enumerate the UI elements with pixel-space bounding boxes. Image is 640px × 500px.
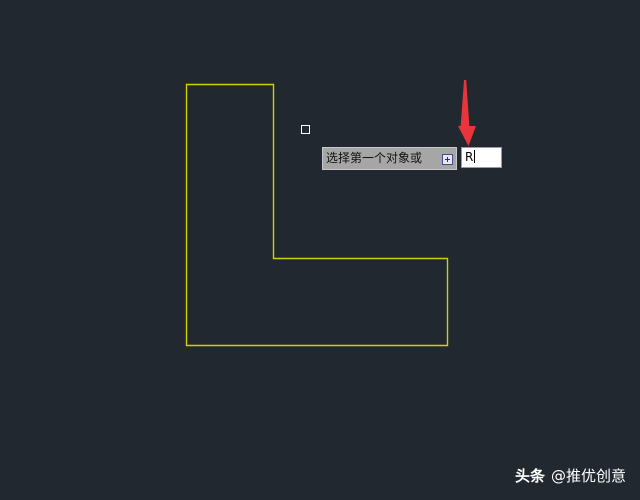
dynamic-input-value: R (465, 150, 474, 164)
command-prompt-text: 选择第一个对象或 (326, 151, 423, 165)
plus-box-icon[interactable] (442, 154, 453, 165)
drawing-canvas[interactable]: 选择第一个对象或 R 头条 @推优创意 (0, 0, 640, 500)
watermark-brand: 头条 (514, 467, 545, 485)
l-shape-polyline[interactable] (185, 83, 449, 347)
cursor-pickbox-icon (301, 125, 310, 134)
drawing-svg (185, 83, 449, 347)
watermark-handle: @推优创意 (550, 467, 626, 485)
text-caret (474, 150, 476, 163)
dynamic-input-field[interactable]: R (461, 147, 502, 168)
command-prompt-tooltip: 选择第一个对象或 (322, 147, 457, 170)
watermark: 头条 @推优创意 (515, 466, 626, 486)
